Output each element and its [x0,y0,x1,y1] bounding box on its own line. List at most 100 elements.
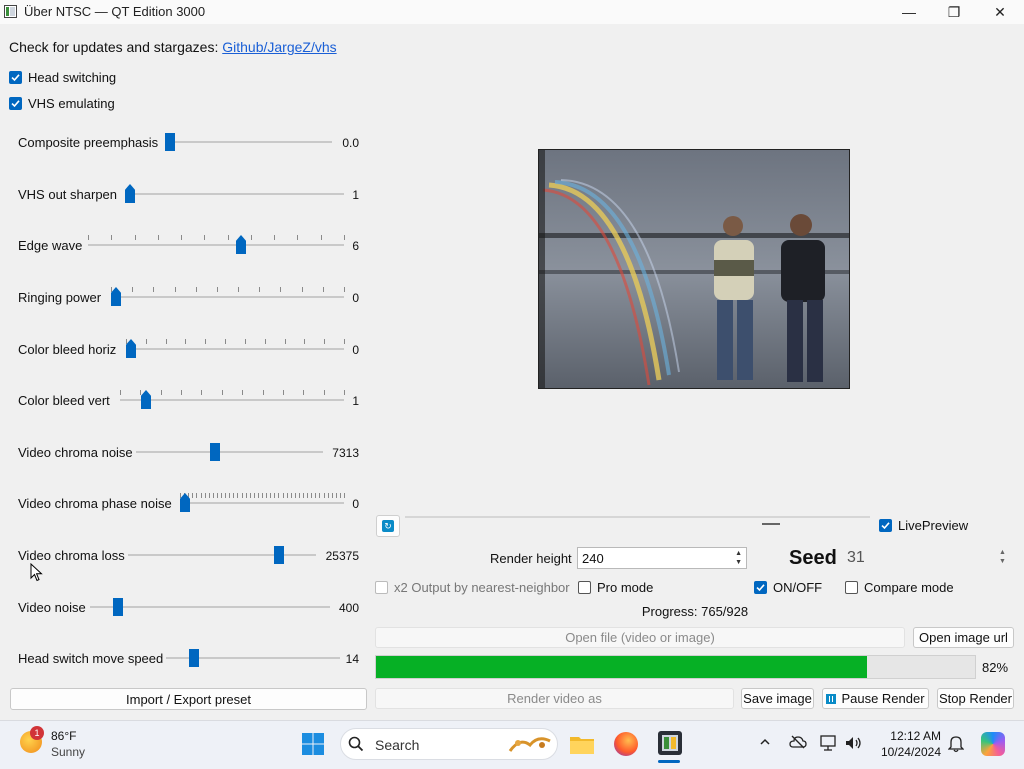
slider-handle[interactable] [125,184,135,203]
slider-value-composite-preemphasis: 0.0 [342,136,359,150]
import-export-preset-button[interactable]: Import / Export preset [10,688,367,710]
slider-tick [221,493,222,498]
slider-video-chroma-noise[interactable] [136,442,323,462]
onoff-toggle[interactable]: ON/OFF [754,580,822,595]
slider-tick [181,235,182,240]
slider-handle[interactable] [111,287,121,306]
slider-track[interactable] [165,141,332,143]
compare-mode-toggle[interactable]: Compare mode [845,580,954,595]
slider-value-vhs-out-sharpen: 1 [352,188,359,202]
compare-mode-checkbox[interactable] [845,581,858,594]
slider-track[interactable] [120,399,344,401]
notification-bell-icon[interactable] [947,735,965,756]
slider-tick [291,493,292,498]
file-explorer-icon[interactable] [569,733,595,755]
vhs-emulating-checkbox[interactable] [9,97,22,110]
search-highlight-icon [506,733,554,755]
slider-handle[interactable] [210,443,220,461]
slider-tick [324,339,325,344]
slider-tick [278,493,279,498]
slider-head-switch-move-speed[interactable] [166,648,340,668]
windows-start-icon[interactable] [301,732,325,756]
slider-handle[interactable] [141,390,151,409]
save-image-button[interactable]: Save image [741,688,814,709]
slider-track[interactable] [111,296,344,298]
slider-ringing-power[interactable] [111,287,345,307]
frame-slider-track[interactable] [405,516,870,518]
pro-mode-toggle[interactable]: Pro mode [578,580,653,595]
live-preview-checkbox[interactable] [879,519,892,532]
render-height-label: Render height [490,551,572,566]
firefox-icon[interactable] [614,732,638,756]
close-button[interactable]: ✕ [977,0,1023,24]
slider-track[interactable] [126,348,344,350]
slider-track[interactable] [136,451,323,453]
slider-tick [132,287,133,292]
x2-output-toggle[interactable]: x2 Output by nearest-neighbor [375,580,570,595]
volume-icon[interactable] [845,735,863,754]
slider-handle[interactable] [189,649,199,667]
slider-video-chroma-loss[interactable] [128,545,316,565]
maximize-button[interactable]: ❐ [931,0,977,24]
slider-handle[interactable] [236,235,246,254]
weather-desc[interactable]: Sunny [51,745,85,759]
window-title: Über NTSC — QT Edition 3000 [24,4,206,19]
slider-color-bleed-horiz[interactable] [126,339,345,359]
slider-handle[interactable] [165,133,175,151]
slider-track[interactable] [180,502,344,504]
seed-spinner-icon[interactable]: ▲ ▼ [999,548,1006,566]
slider-tick [258,493,259,498]
pause-render-button[interactable]: Pause Render [822,688,929,709]
slider-video-noise[interactable] [90,597,330,617]
slider-track[interactable] [88,244,344,246]
slider-label-video-chroma-loss: Video chroma loss [18,548,125,563]
slider-edge-wave[interactable] [88,235,345,255]
render-video-as-button[interactable]: Render video as [375,688,734,709]
slider-composite-preemphasis[interactable] [165,132,332,152]
slider-tick [245,339,246,344]
x2-output-checkbox[interactable] [375,581,388,594]
slider-vhs-out-sharpen[interactable] [125,184,344,204]
slider-tick [196,493,197,498]
head-switching-checkbox[interactable] [9,71,22,84]
app-icon [4,5,17,18]
copilot-icon[interactable] [981,732,1005,756]
vhs-app-taskbar-icon[interactable] [658,731,682,755]
open-file-button[interactable]: Open file (video or image) [375,627,905,648]
weather-temp[interactable]: 86°F [51,729,76,743]
slider-track[interactable] [90,606,330,608]
slider-handle[interactable] [113,598,123,616]
pause-icon [826,693,837,704]
slider-label-color-bleed-horiz: Color bleed horiz [18,342,117,357]
vhs-emulating-toggle[interactable]: VHS emulating [9,96,115,111]
network-icon[interactable] [820,735,838,754]
spinner-arrows-icon[interactable]: ▲ ▼ [735,549,742,567]
minimize-button[interactable]: — [886,0,932,24]
chevron-up-icon[interactable] [759,736,771,751]
slider-track[interactable] [125,193,344,195]
head-switching-toggle[interactable]: Head switching [9,70,116,85]
pro-mode-checkbox[interactable] [578,581,591,594]
render-height-input[interactable]: 240 ▲ ▼ [577,547,747,569]
stop-render-button[interactable]: Stop Render [937,688,1014,709]
slider-handle[interactable] [126,339,136,358]
slider-tick [263,390,264,395]
open-image-url-button[interactable]: Open image url [913,627,1014,648]
clock-time[interactable]: 12:12 AM [879,729,941,743]
slider-color-bleed-vert[interactable] [120,390,345,410]
slider-video-chroma-phase-noise[interactable] [180,493,345,513]
seed-value[interactable]: 31 [847,549,865,567]
live-preview-toggle[interactable]: LivePreview [879,518,968,533]
refresh-button[interactable]: ↻ [376,515,400,537]
close-icon: ✕ [994,3,1006,20]
onoff-checkbox[interactable] [754,581,767,594]
slider-handle[interactable] [274,546,284,564]
slider-tick [153,287,154,292]
github-link[interactable]: Github/JargeZ/vhs [222,39,336,55]
slider-track[interactable] [128,554,316,556]
slider-tick [270,493,271,498]
cloud-offline-icon[interactable] [789,735,807,752]
slider-tick [285,339,286,344]
clock-date[interactable]: 10/24/2024 [879,745,941,759]
frame-slider-handle[interactable] [762,523,780,525]
